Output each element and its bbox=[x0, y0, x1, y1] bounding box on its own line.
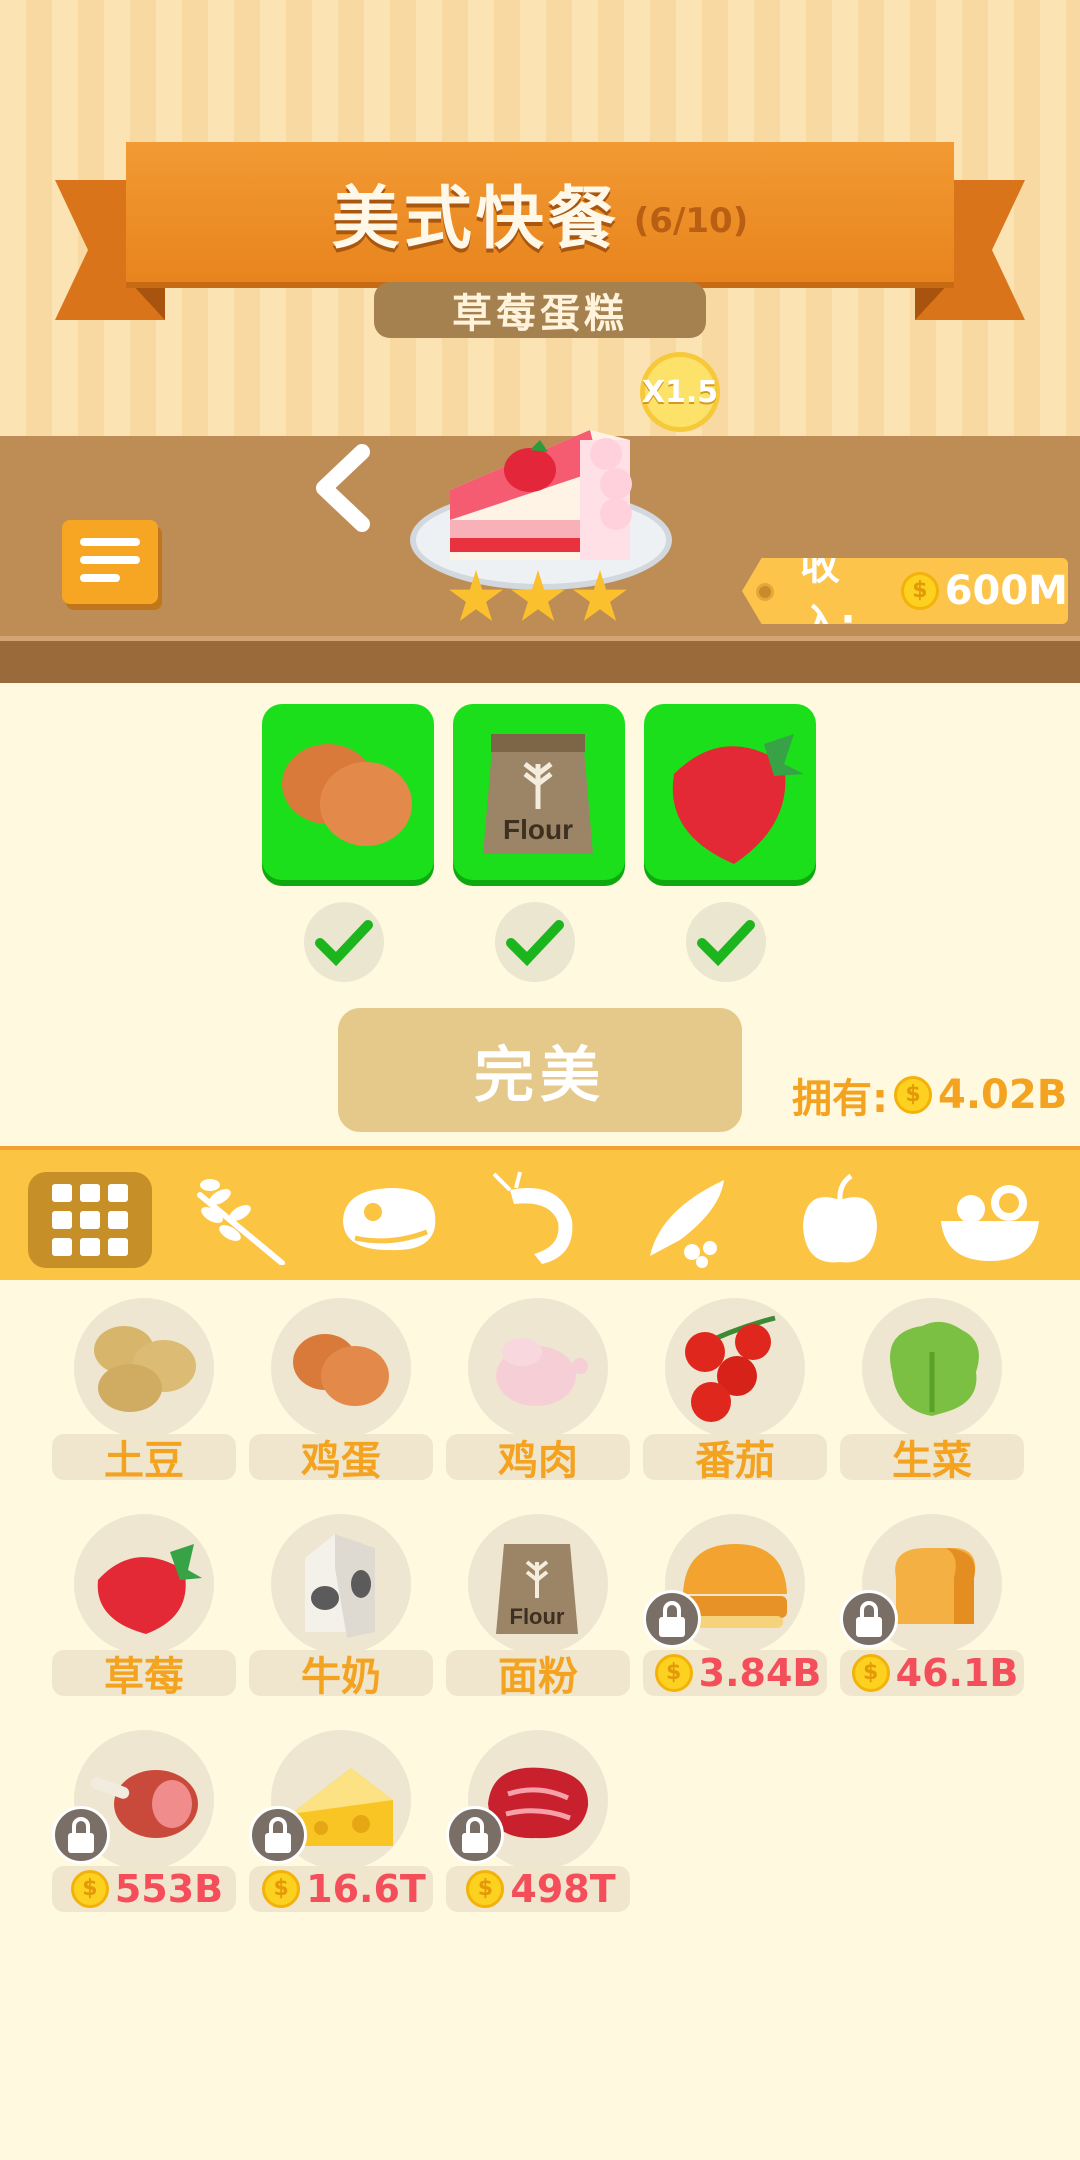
price-value: 3.84B bbox=[698, 1651, 822, 1695]
lock-icon bbox=[52, 1806, 110, 1864]
checkmark-icon bbox=[506, 920, 564, 967]
strawberry-icon bbox=[672, 734, 804, 864]
category-tab-grain[interactable] bbox=[178, 1172, 302, 1268]
ingredient-label: 土豆 bbox=[52, 1434, 236, 1484]
egg-icon bbox=[282, 744, 412, 846]
price-value: 498T bbox=[510, 1867, 616, 1911]
star-rating bbox=[448, 570, 628, 626]
ingredient-item-steak-locked[interactable]: $ 498T bbox=[446, 1730, 630, 1916]
ingredient-item-potato[interactable]: 土豆 bbox=[52, 1298, 236, 1484]
grain-icon bbox=[197, 1179, 285, 1265]
owned-value: 4.02B bbox=[938, 1072, 1068, 1118]
category-tab-seafood[interactable] bbox=[478, 1171, 602, 1268]
coin-icon: $ bbox=[851, 1654, 890, 1692]
ingredient-item-tomato[interactable]: 番茄 bbox=[643, 1298, 827, 1484]
ingredient-slot-egg[interactable] bbox=[262, 704, 434, 880]
category-tab-all[interactable] bbox=[28, 1172, 152, 1268]
coin-icon: $ bbox=[901, 572, 939, 610]
checkmark-icon bbox=[697, 920, 755, 967]
potato-icon bbox=[94, 1326, 196, 1412]
apple-icon bbox=[803, 1173, 877, 1263]
star-icon bbox=[511, 570, 565, 621]
price-value: 16.6T bbox=[306, 1867, 426, 1911]
coin-icon: $ bbox=[654, 1654, 693, 1692]
income-tag: 收入: $ 600M bbox=[742, 558, 1068, 624]
flour-icon: Flour bbox=[483, 734, 593, 854]
unlock-price: $ 498T bbox=[446, 1866, 630, 1912]
recipe-book-icon[interactable] bbox=[62, 520, 162, 610]
title-ribbon: 美式快餐 (6/10) bbox=[126, 142, 954, 282]
unlock-price: $ 553B bbox=[52, 1866, 236, 1912]
strawberry-icon bbox=[97, 1544, 202, 1634]
counter-edge bbox=[0, 641, 1080, 683]
coin-icon: $ bbox=[466, 1870, 505, 1908]
category-tab-vegetable[interactable] bbox=[628, 1172, 752, 1268]
checkmark-icon bbox=[315, 920, 373, 967]
ingredient-slot-strawberry[interactable] bbox=[644, 704, 816, 880]
unlock-price: $ 16.6T bbox=[249, 1866, 433, 1912]
ingredient-item-lettuce[interactable]: 生菜 bbox=[840, 1298, 1024, 1484]
category-tab-meat[interactable] bbox=[328, 1172, 452, 1268]
owned-label: 拥有: bbox=[792, 1076, 888, 1122]
ingredient-label: 牛奶 bbox=[249, 1650, 433, 1700]
perfect-button[interactable]: 完美 bbox=[338, 1008, 742, 1132]
meat-icon bbox=[343, 1188, 436, 1251]
svg-text:Flour: Flour bbox=[503, 814, 573, 845]
egg-icon bbox=[293, 1334, 389, 1406]
category-tab-fruit[interactable] bbox=[778, 1172, 902, 1268]
salad-icon bbox=[941, 1185, 1039, 1261]
check-mark-3 bbox=[686, 902, 766, 982]
lock-icon bbox=[249, 1806, 307, 1864]
ingredient-item-cheese-locked[interactable]: $ 16.6T bbox=[249, 1730, 433, 1916]
unlock-price: $ 3.84B bbox=[643, 1650, 827, 1696]
level-progress: (6/10) bbox=[633, 201, 749, 241]
ingredient-label: 鸡蛋 bbox=[249, 1434, 433, 1484]
ingredient-item-milk[interactable]: 牛奶 bbox=[249, 1514, 433, 1700]
ingredient-label: 鸡肉 bbox=[446, 1434, 630, 1484]
lock-icon bbox=[643, 1590, 701, 1648]
coin-icon: $ bbox=[262, 1870, 301, 1908]
star-icon bbox=[449, 570, 503, 621]
lettuce-icon bbox=[890, 1321, 979, 1416]
ingredient-slot-flour[interactable]: Flour bbox=[453, 704, 625, 880]
owned-coins: 拥有: $ 4.02B bbox=[792, 1066, 1067, 1124]
ingredient-label: 草莓 bbox=[52, 1650, 236, 1700]
price-value: 553B bbox=[114, 1867, 224, 1911]
all-grid-icon bbox=[52, 1184, 128, 1256]
chicken-icon bbox=[496, 1338, 588, 1406]
ingredient-item-bun-locked[interactable]: $ 3.84B bbox=[643, 1514, 827, 1700]
strawberry-cake-icon bbox=[450, 430, 632, 560]
previous-dish-arrow[interactable] bbox=[306, 442, 386, 532]
coin-icon: $ bbox=[894, 1076, 932, 1114]
ingredient-item-bread-locked[interactable]: $ 46.1B bbox=[840, 1514, 1024, 1700]
ingredient-item-egg[interactable]: 鸡蛋 bbox=[249, 1298, 433, 1484]
star-icon bbox=[573, 570, 627, 621]
svg-text:Flour: Flour bbox=[510, 1604, 565, 1629]
unlock-price: $ 46.1B bbox=[840, 1650, 1024, 1696]
ingredient-item-flour[interactable]: Flour 面粉 bbox=[446, 1514, 630, 1700]
check-mark-2 bbox=[495, 902, 575, 982]
ingredient-label: 生菜 bbox=[840, 1434, 1024, 1484]
category-tab-salad[interactable] bbox=[928, 1172, 1052, 1268]
flour-icon: Flour bbox=[496, 1544, 578, 1634]
dish-name: 草莓蛋糕 bbox=[374, 282, 706, 338]
ingredient-item-ham-locked[interactable]: $ 553B bbox=[52, 1730, 236, 1916]
check-mark-1 bbox=[304, 902, 384, 982]
coin-icon: $ bbox=[70, 1870, 109, 1908]
price-value: 46.1B bbox=[895, 1651, 1019, 1695]
lock-icon bbox=[446, 1806, 504, 1864]
pea-icon bbox=[650, 1180, 724, 1268]
ingredient-label: 面粉 bbox=[446, 1650, 630, 1700]
ingredient-item-strawberry[interactable]: 草莓 bbox=[52, 1514, 236, 1700]
restaurant-title: 美式快餐 bbox=[331, 179, 620, 259]
milk-icon bbox=[305, 1534, 375, 1638]
category-bar bbox=[0, 1146, 1080, 1280]
multiplier-badge: X1.5 bbox=[640, 352, 720, 432]
lock-icon bbox=[840, 1590, 898, 1648]
ingredient-label: 番茄 bbox=[643, 1434, 827, 1484]
tomato-icon bbox=[685, 1315, 776, 1422]
shrimp-icon bbox=[492, 1171, 573, 1264]
ingredient-item-chicken[interactable]: 鸡肉 bbox=[446, 1298, 630, 1484]
income-value: 600M bbox=[944, 568, 1068, 614]
